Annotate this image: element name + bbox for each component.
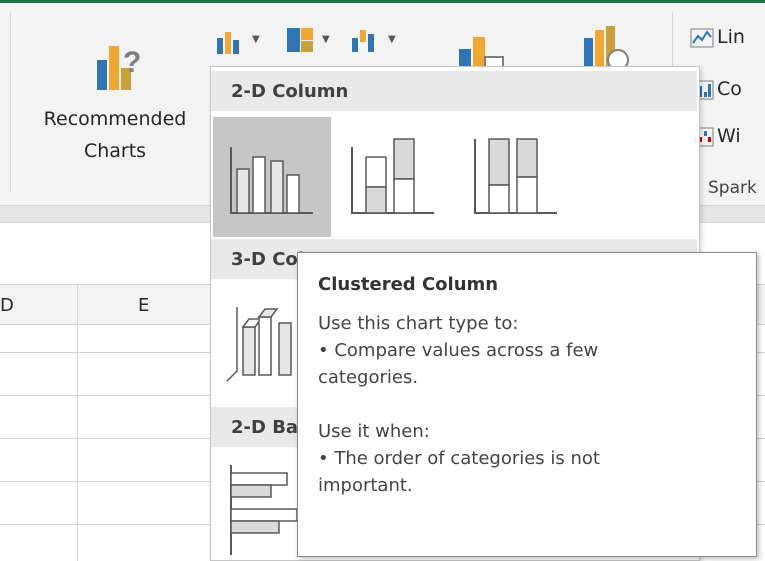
chevron-down-icon[interactable]: ▼ [252, 34, 260, 45]
column-header-e[interactable]: E [138, 295, 149, 316]
tooltip-line: important. [318, 475, 413, 496]
chart-type-tooltip: Clustered Column Use this chart type to:… [297, 252, 757, 557]
tooltip-spacer [318, 391, 736, 418]
waterfall-chart-icon[interactable] [350, 26, 380, 54]
3d-map-icon[interactable] [580, 22, 630, 72]
sparkline-winloss-label: Wi [717, 125, 741, 147]
sparkline-line-button[interactable]: Lin [690, 26, 745, 48]
sparkline-line-label: Lin [717, 26, 745, 48]
recommended-charts-button[interactable]: ? Recommended Charts [20, 10, 210, 195]
ribbon-group-divider [10, 12, 11, 192]
100-stacked-column-icon [474, 138, 557, 214]
tooltip-line: Use this chart type to: [318, 313, 519, 334]
tooltip-line: • The order of categories is not [318, 448, 600, 469]
chevron-down-icon[interactable]: ▼ [322, 34, 330, 45]
tooltip-line: Use it when: [318, 421, 430, 442]
clustered-column-icon [230, 147, 313, 214]
recommended-charts-label-2: Charts [83, 140, 147, 162]
column-header-d[interactable]: D [0, 295, 14, 316]
hierarchy-chart-icon[interactable] [285, 26, 315, 54]
chevron-down-icon[interactable]: ▼ [388, 34, 396, 45]
column-chart-icon[interactable] [215, 28, 245, 54]
chart-option-stacked-column[interactable] [336, 117, 454, 237]
sparklines-group-label: Spark [708, 178, 757, 198]
recommended-charts-label: Recommended [43, 108, 187, 130]
stacked-column-icon [351, 138, 434, 214]
tooltip-title: Clustered Column [318, 274, 499, 295]
sparkline-line-icon [690, 28, 714, 47]
tooltip-line: categories. [318, 367, 419, 388]
tooltip-line: • Compare values across a few [318, 340, 599, 361]
sparkline-column-label: Co [717, 78, 742, 100]
chart-option-clustered-column[interactable] [213, 117, 331, 237]
column-divider[interactable] [77, 285, 78, 561]
recommended-charts-icon: ? [97, 46, 141, 90]
chart-option-100-stacked-column[interactable] [459, 117, 577, 237]
svg-text:?: ? [123, 46, 141, 79]
section-heading-2d-column: 2-D Column [211, 71, 697, 111]
